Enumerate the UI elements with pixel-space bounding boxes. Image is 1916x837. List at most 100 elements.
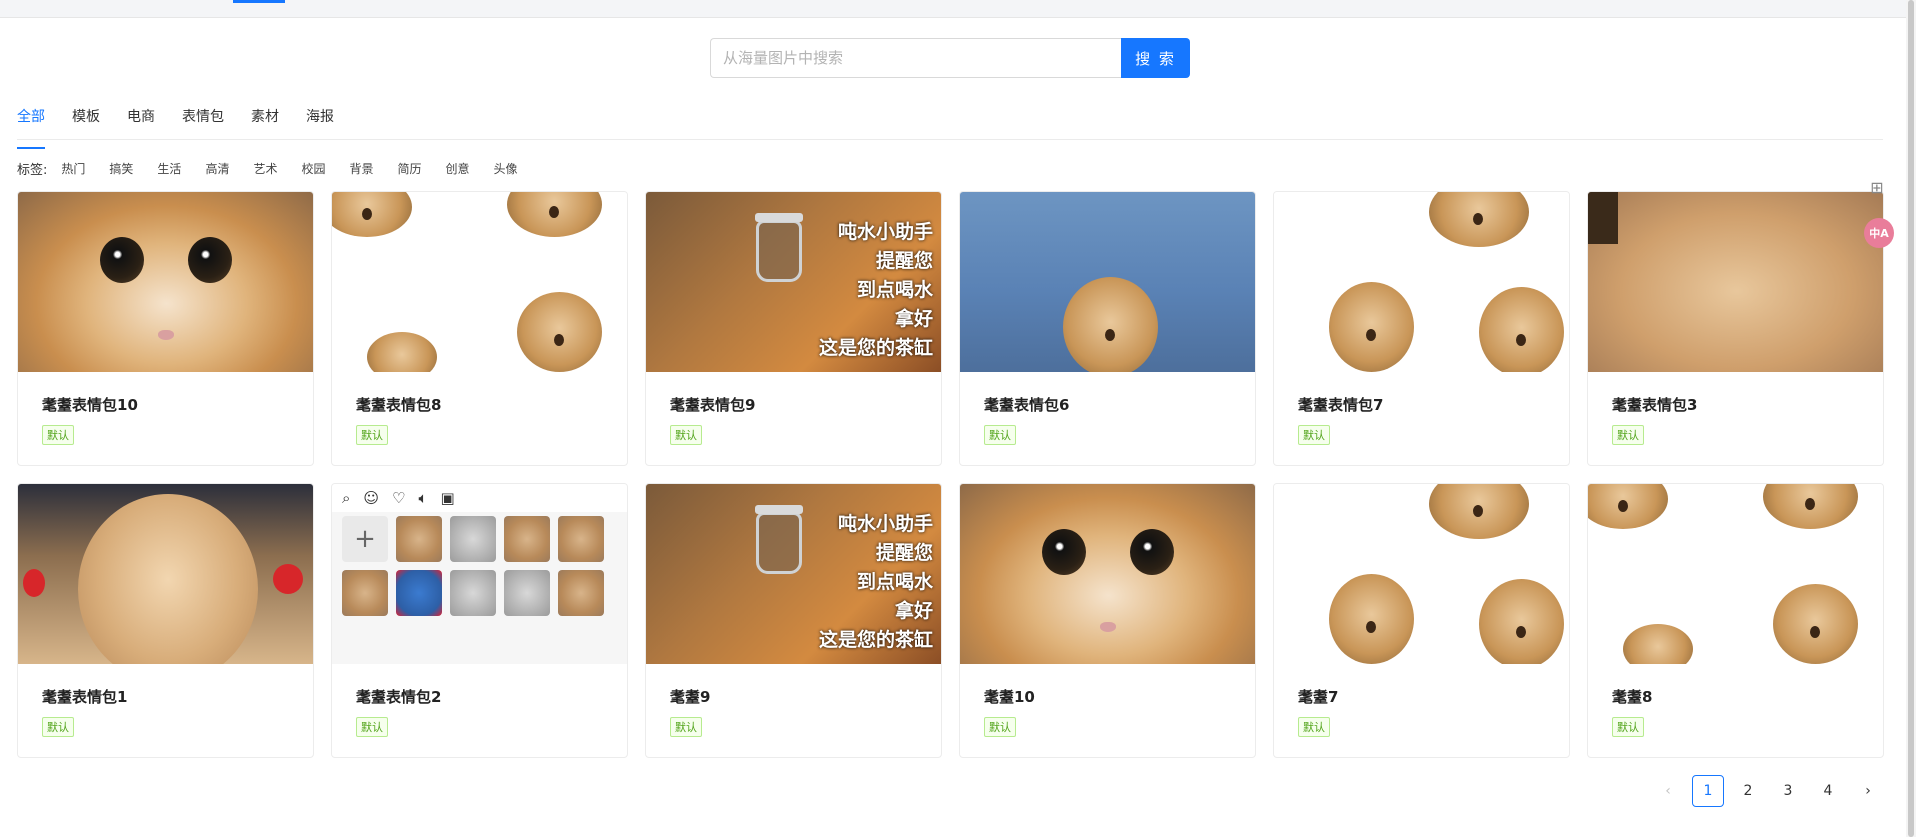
next-page-button[interactable]: › (1852, 775, 1884, 807)
cat-head-image (517, 292, 602, 372)
card-title: 耄耋表情包10 (42, 396, 138, 414)
image-card[interactable]: 吨水小助手 提醒您 到点喝水 拿好 这是您的茶缸 耄耋表情包9 默认 (645, 191, 942, 466)
tag-background[interactable]: 背景 (349, 160, 373, 177)
tag-campus[interactable]: 校园 (301, 160, 325, 177)
tab-template[interactable]: 模板 (72, 104, 100, 139)
cat-eye-image (100, 237, 144, 283)
tab-ecommerce[interactable]: 电商 (127, 104, 155, 139)
tab-poster[interactable]: 海报 (306, 104, 334, 139)
card-title: 耄耋表情包1 (42, 688, 128, 706)
tag-funny[interactable]: 搞笑 (109, 160, 133, 177)
tag-resume[interactable]: 简历 (398, 160, 422, 177)
card-title: 耄耋9 (670, 688, 711, 706)
grid-add-icon[interactable]: ⊞ (1864, 174, 1890, 200)
image-card[interactable]: 耄耋8 默认 (1587, 483, 1884, 758)
sticker-thumb (504, 570, 550, 616)
heart-icon: ♡ (392, 489, 406, 507)
cat-head-image (1329, 574, 1414, 664)
card-title: 耄耋7 (1298, 688, 1339, 706)
card-tag-badge: 默认 (1298, 717, 1330, 737)
translate-icon[interactable]: 中A (1864, 218, 1894, 248)
card-thumbnail (1588, 192, 1883, 372)
card-title: 耄耋表情包9 (670, 396, 756, 414)
tab-material[interactable]: 素材 (251, 104, 279, 139)
image-card[interactable]: 耄耋表情包8 默认 (331, 191, 628, 466)
tag-life[interactable]: 生活 (157, 160, 181, 177)
sticker-thumb (396, 570, 442, 616)
tab-all[interactable]: 全部 (17, 104, 45, 149)
meme-caption: 吨水小助手 提醒您 到点喝水 拿好 这是您的茶缸 (818, 513, 933, 651)
image-card[interactable]: 耄耋表情包6 默认 (959, 191, 1256, 466)
search-input[interactable] (710, 38, 1121, 78)
search-icon: ⌕ (342, 489, 351, 507)
image-card[interactable]: ⌕ ☺ ♡ 🔈︎ ▣ + 耄耋表情包2 默认 (331, 483, 628, 758)
category-tabs: 全部 模板 电商 表情包 素材 海报 (17, 104, 1883, 149)
card-tag-badge: 默认 (984, 717, 1016, 737)
smiley-icon: ☺ (363, 489, 380, 507)
card-title: 耄耋8 (1612, 688, 1653, 706)
page-4-button[interactable]: 4 (1812, 775, 1844, 807)
cat-head-image (1429, 484, 1529, 539)
card-thumbnail (1588, 484, 1883, 664)
card-thumbnail (1274, 192, 1569, 372)
card-title: 耄耋表情包2 (356, 688, 442, 706)
speaker-icon: 🔈︎ (418, 489, 428, 507)
image-card[interactable]: 耄耋7 默认 (1273, 483, 1570, 758)
cat-head-image (1479, 287, 1564, 372)
tag-avatar[interactable]: 头像 (494, 160, 518, 177)
card-tag-badge: 默认 (42, 425, 74, 445)
tag-hot[interactable]: 热门 (61, 160, 85, 177)
emoji-toolbar: ⌕ ☺ ♡ 🔈︎ ▣ (332, 484, 627, 512)
robot-icon: ▣ (440, 489, 455, 507)
cat-eye-image (1588, 192, 1618, 218)
image-card[interactable]: 吨水小助手 提醒您 到点喝水 拿好 这是您的茶缸 耄耋9 默认 (645, 483, 942, 758)
card-tag-badge: 默认 (670, 717, 702, 737)
card-title: 耄耋表情包7 (1298, 396, 1384, 414)
page-3-button[interactable]: 3 (1772, 775, 1804, 807)
prev-page-button[interactable]: ‹ (1652, 775, 1684, 807)
card-tag-badge: 默认 (1612, 717, 1644, 737)
tag-creative[interactable]: 创意 (446, 160, 470, 177)
image-card[interactable]: 耄耋表情包10 默认 (17, 191, 314, 466)
cat-nose-image (158, 330, 174, 340)
cat-head-image (367, 332, 437, 372)
search-bar: 搜 索 (710, 38, 1190, 78)
tab-stickers[interactable]: 表情包 (182, 104, 224, 139)
image-card[interactable]: 耄耋10 默认 (959, 483, 1256, 758)
cat-head-image (1623, 624, 1693, 664)
page-1-button[interactable]: 1 (1692, 775, 1724, 807)
cat-head-image (1588, 484, 1668, 529)
pagination: ‹ 1 2 3 4 › (1652, 775, 1884, 807)
scrollbar-thumb[interactable] (1908, 0, 1914, 837)
lantern-image (23, 569, 45, 597)
sticker-thumb (450, 570, 496, 616)
image-card[interactable]: 耄耋表情包1 默认 (17, 483, 314, 758)
card-thumbnail (1274, 484, 1569, 664)
cat-head-image (1063, 277, 1158, 372)
tag-filter-row: 标签: 热门 搞笑 生活 高清 艺术 校园 背景 简历 创意 头像 (17, 156, 542, 180)
sticker-thumb (450, 516, 496, 562)
cat-head-image (1479, 579, 1564, 664)
card-thumbnail: 吨水小助手 提醒您 到点喝水 拿好 这是您的茶缸 (646, 484, 941, 664)
page-scrollbar[interactable] (1906, 0, 1916, 837)
card-thumbnail (332, 192, 627, 372)
card-title: 耄耋10 (984, 688, 1035, 706)
card-thumbnail (18, 484, 313, 664)
image-card[interactable]: 耄耋表情包3 默认 (1587, 191, 1884, 466)
card-thumbnail (960, 192, 1255, 372)
tag-art[interactable]: 艺术 (253, 160, 277, 177)
card-tag-badge: 默认 (1298, 425, 1330, 445)
card-title: 耄耋表情包6 (984, 396, 1070, 414)
sticker-thumb (396, 516, 442, 562)
sticker-thumb (558, 516, 604, 562)
search-button[interactable]: 搜 索 (1121, 38, 1190, 78)
meme-caption: 吨水小助手 提醒您 到点喝水 拿好 这是您的茶缸 (818, 221, 933, 359)
mug-image (755, 505, 803, 574)
top-nav-active-indicator (233, 0, 285, 3)
cat-head-image (1763, 484, 1858, 529)
tag-hd[interactable]: 高清 (205, 160, 229, 177)
cat-face-image (78, 494, 258, 664)
card-thumbnail (960, 484, 1255, 664)
page-2-button[interactable]: 2 (1732, 775, 1764, 807)
image-card[interactable]: 耄耋表情包7 默认 (1273, 191, 1570, 466)
